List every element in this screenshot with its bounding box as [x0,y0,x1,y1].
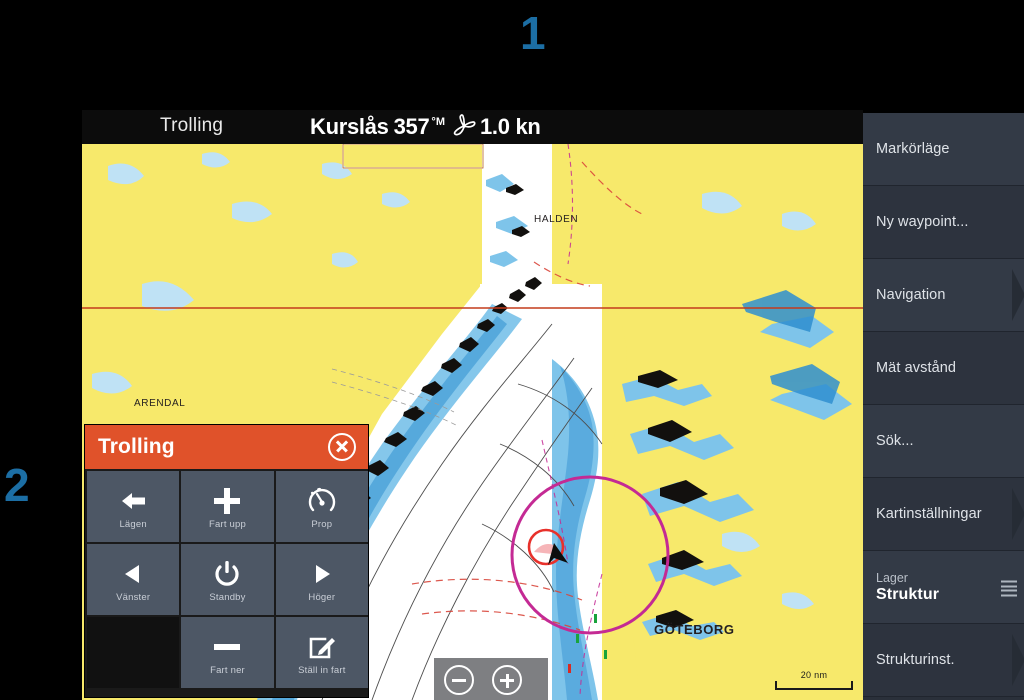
propeller-dial-icon [307,484,337,518]
status-mode-label: Trolling [160,115,224,136]
trolling-button-label: Fart ner [210,664,245,676]
sidebar-item-label: Ny waypoint... [876,214,969,230]
edit-square-icon [307,630,337,664]
trolling-button-lagen[interactable]: Lägen [87,471,180,542]
chevron-right-icon [1012,634,1024,686]
map-scale-line [775,681,853,690]
heading-lock-label: Kurslås [310,114,389,139]
trolling-button-label: Fart upp [209,518,246,530]
trolling-button-empty [87,617,180,688]
sidebar-item-label: Navigation [876,287,946,303]
sidebar-item-navigation[interactable]: Navigation [863,259,1024,332]
sidebar-item-label: Struktur [876,585,940,603]
trolling-button-label: Vänster [116,591,151,603]
zoom-out-icon[interactable] [444,665,474,695]
sidebar-item-sublabel: Lager [876,570,908,585]
trolling-dialog-title: Trolling [98,435,175,458]
sidebar-item-markorlage[interactable]: Markörläge [863,113,1024,186]
trolling-button-fart-ner[interactable]: Fart ner [181,617,274,688]
trolling-button-label: Lägen [119,518,147,530]
sidebar-item-ny-waypoint[interactable]: Ny waypoint... [863,186,1024,259]
plus-icon [212,484,242,518]
sidebar-item-label: Strukturinst. [876,652,955,668]
sidebar-item-strukturinst[interactable]: Strukturinst. [863,624,1024,697]
sidebar-item-label: Markörläge [876,141,950,157]
speed-value: 1.0 kn [479,114,541,139]
trolling-button-grid: Lägen Fart upp Prop Vänster Standby Höge… [85,469,368,688]
trolling-button-label: Prop [311,518,333,530]
sidebar-item-kartinstallningar[interactable]: Kartinställningar [863,478,1024,551]
sidebar-item-lager-struktur[interactable]: Lager Struktur [863,551,1024,624]
map-label-halden: HALDEN [534,214,578,225]
context-menu-sidebar: Markörläge Ny waypoint... Navigation Mät… [863,110,1024,700]
sidebar-item-label: Sök... [876,433,914,449]
minus-icon [212,630,242,664]
trolling-button-standby[interactable]: Standby [181,544,274,615]
status-heading-group[interactable]: Kurslås 357 °M 1.0 kn [310,112,541,140]
map-scale-label: 20 nm [800,670,828,680]
annotation-number-2: 2 [4,459,30,511]
trolling-button-fart-upp[interactable]: Fart upp [181,471,274,542]
chartplotter-screen: HALDEN ARENDAL GÖTEBORG 20 nm Trolling K… [82,110,1024,700]
trolling-dialog: Trolling Lägen Fart upp Prop Vänster Sta… [85,425,368,697]
sidebar-item-sok[interactable]: Sök... [863,405,1024,478]
screenshot-root: 1 2 HALDEN ARENDAL GÖTEBORG 20 nm Trolli… [0,0,1024,700]
trolling-button-hoger[interactable]: Höger [275,544,368,615]
trolling-dialog-titlebar: Trolling [85,425,368,469]
close-icon[interactable] [328,433,356,461]
propeller-icon [452,114,476,141]
sidebar-item-label: Mät avstånd [876,360,957,376]
trolling-button-vanster[interactable]: Vänster [87,544,180,615]
trolling-button-label: Ställ in fart [298,664,346,676]
status-bar: Trolling Kurslås 357 °M 1.0 kn [82,110,863,144]
trolling-button-stall-in-fart[interactable]: Ställ in fart [275,617,368,688]
map-label-goteborg: GÖTEBORG [654,622,735,637]
triangle-right-icon [308,557,336,591]
map-scale-bar: 20 nm [775,670,853,690]
power-icon [213,557,241,591]
chevron-right-icon [1012,488,1024,540]
arrow-left-icon [118,484,148,518]
sidebar-item-mat-avstand[interactable]: Mät avstånd [863,332,1024,405]
heading-unit: °M [431,116,445,128]
map-zoom-bar [434,658,548,700]
trolling-button-label: Höger [308,591,336,603]
layers-icon [1001,580,1017,597]
zoom-in-icon[interactable] [492,665,522,695]
map-label-arendal: ARENDAL [134,398,185,409]
trolling-button-label: Standby [209,591,246,603]
annotation-number-1: 1 [520,7,546,59]
triangle-left-icon [119,557,147,591]
heading-value: 357 [393,114,430,139]
chevron-right-icon [1012,269,1024,321]
trolling-button-prop[interactable]: Prop [275,471,368,542]
sidebar-item-label: Kartinställningar [876,506,982,522]
